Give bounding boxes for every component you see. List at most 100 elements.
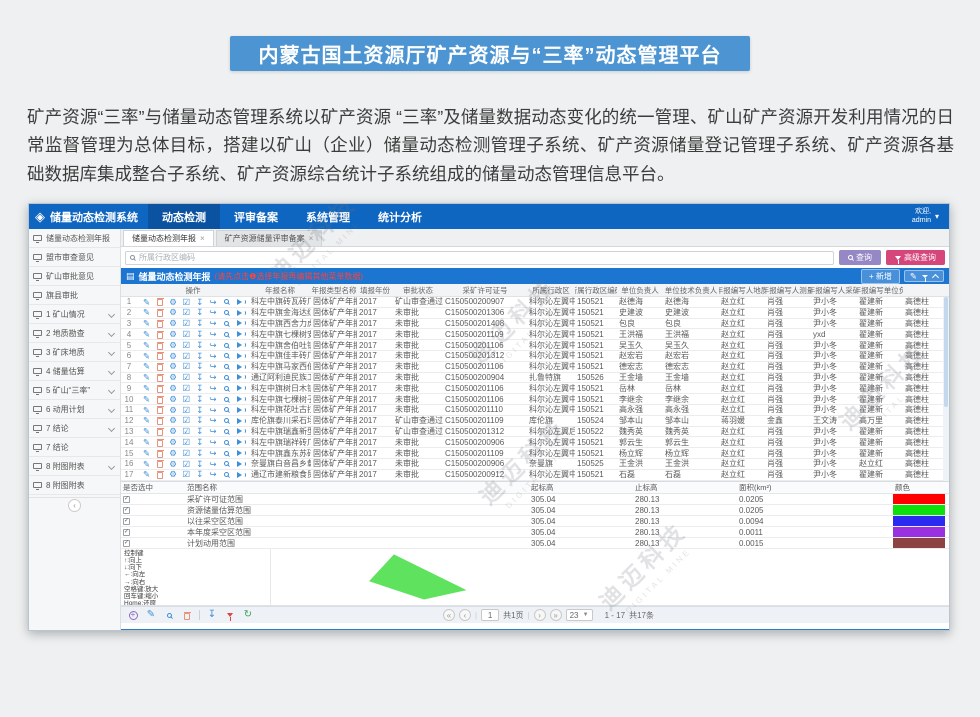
download-icon[interactable]: ↧ bbox=[194, 373, 205, 382]
sidebar-item[interactable]: 1 矿山情况 bbox=[29, 305, 120, 324]
settings-icon[interactable]: ⚙ bbox=[168, 373, 179, 382]
sidebar-item[interactable]: 盟市审查意见 bbox=[29, 248, 120, 267]
table-row[interactable]: 2✎⚙☑↧↪科左中旗金海达红固体矿产年报2017未审批C150500201306… bbox=[121, 308, 949, 319]
download-icon[interactable]: ↧ bbox=[194, 449, 205, 458]
settings-icon[interactable]: ⚙ bbox=[168, 298, 179, 307]
download-icon[interactable]: ↧ bbox=[194, 319, 205, 328]
table-row[interactable]: 12✎⚙☑↧↪库伦旗泰川采石场固体矿产年报2017矿山审查通过C15050020… bbox=[121, 416, 949, 427]
edit-icon[interactable]: ✎ bbox=[141, 341, 152, 350]
checkbox[interactable]: ✓ bbox=[123, 529, 130, 536]
next-page-button[interactable]: › bbox=[534, 609, 546, 621]
announce-icon[interactable] bbox=[234, 353, 245, 359]
announce-icon[interactable] bbox=[234, 342, 245, 348]
download-icon[interactable]: ↧ bbox=[194, 416, 205, 425]
share-icon[interactable]: ↪ bbox=[207, 384, 218, 393]
table-row[interactable]: 17✎⚙☑↧↪通辽市建新粮食贸固体矿产年报2017未审批C15050020091… bbox=[121, 470, 949, 481]
sidebar-item[interactable]: 5 矿山“三率” bbox=[29, 381, 120, 400]
check-icon[interactable]: ☑ bbox=[181, 319, 192, 328]
download-icon[interactable]: ↧ bbox=[194, 395, 205, 404]
edit-icon[interactable]: ✎ bbox=[141, 373, 152, 382]
announce-icon[interactable] bbox=[234, 439, 245, 445]
settings-icon[interactable]: ⚙ bbox=[168, 406, 179, 415]
download-icon[interactable]: ↧ bbox=[194, 298, 205, 307]
table-row[interactable]: 5✎⚙☑↧↪科左中旗舍伯吐镇固体矿产年报2017未审批C150500201106… bbox=[121, 340, 949, 351]
settings-icon[interactable]: ⚙ bbox=[168, 308, 179, 317]
settings-icon[interactable]: ⚙ bbox=[168, 416, 179, 425]
check-icon[interactable]: ☑ bbox=[181, 427, 192, 436]
table-scrollbar[interactable] bbox=[943, 297, 949, 481]
checkbox[interactable]: ✓ bbox=[123, 507, 130, 514]
table-row[interactable]: 13✎⚙☑↧↪科左中旗瑞鑫新型固体矿产年报2017矿山审查通过C15050020… bbox=[121, 427, 949, 438]
close-icon[interactable]: × bbox=[309, 234, 314, 243]
delete-icon[interactable] bbox=[154, 330, 165, 339]
announce-icon[interactable] bbox=[234, 418, 245, 424]
check-icon[interactable]: ☑ bbox=[181, 308, 192, 317]
delete-icon[interactable] bbox=[154, 319, 165, 328]
share-icon[interactable]: ↪ bbox=[207, 362, 218, 371]
filter-icon[interactable] bbox=[922, 275, 928, 278]
check-icon[interactable]: ☑ bbox=[181, 395, 192, 404]
search-input[interactable] bbox=[139, 253, 829, 262]
delete-icon[interactable] bbox=[154, 297, 165, 306]
share-icon[interactable]: ↪ bbox=[207, 406, 218, 415]
settings-icon[interactable]: ⚙ bbox=[168, 330, 179, 339]
edit-icon[interactable]: ✎ bbox=[141, 427, 152, 436]
sidebar-collapse-button[interactable]: ‹ bbox=[68, 499, 81, 512]
delete-icon[interactable] bbox=[154, 416, 165, 425]
download-icon[interactable]: ↧ bbox=[194, 362, 205, 371]
check-icon[interactable]: ☑ bbox=[181, 362, 192, 371]
download-icon[interactable]: ↧ bbox=[194, 384, 205, 393]
download-icon[interactable]: ↧ bbox=[194, 330, 205, 339]
delete-icon[interactable] bbox=[154, 395, 165, 404]
sidebar-item[interactable]: 7 结论 bbox=[29, 438, 120, 457]
check-icon[interactable]: ☑ bbox=[181, 384, 192, 393]
check-icon[interactable]: ☑ bbox=[181, 416, 192, 425]
edit-icon[interactable]: ✎ bbox=[141, 384, 152, 393]
share-icon[interactable]: ↪ bbox=[207, 416, 218, 425]
edit-icon[interactable]: ✎ bbox=[141, 406, 152, 415]
checkbox[interactable]: ✓ bbox=[123, 540, 130, 547]
close-icon[interactable]: × bbox=[200, 234, 205, 243]
download-icon[interactable]: ↧ bbox=[194, 341, 205, 350]
download-icon[interactable]: ↧ bbox=[194, 460, 205, 469]
edit-icon[interactable]: ✎ bbox=[141, 330, 152, 339]
zoom-icon[interactable] bbox=[221, 429, 232, 434]
table-row[interactable]: 15✎⚙☑↧↪科左中旗鑫东苏砖固体矿产年报2017未审批C15050020110… bbox=[121, 448, 949, 459]
share-icon[interactable]: ↪ bbox=[207, 330, 218, 339]
table-row[interactable]: 3✎⚙☑↧↪科左中旗西舍力虎固体矿产年报2017未审批C150500201408… bbox=[121, 319, 949, 330]
query-button[interactable]: 查询 bbox=[839, 250, 881, 265]
table-row[interactable]: 8✎⚙☑↧↪通辽阿利迪民族工固体矿产年报2017未审批C150500200904… bbox=[121, 373, 949, 384]
download-icon[interactable]: ↧ bbox=[194, 406, 205, 415]
delete-icon[interactable] bbox=[154, 449, 165, 458]
share-icon[interactable]: ↪ bbox=[207, 438, 218, 447]
settings-icon[interactable]: ⚙ bbox=[168, 319, 179, 328]
refresh-icon[interactable]: ↻ bbox=[242, 610, 254, 620]
zoom-icon[interactable] bbox=[221, 332, 232, 337]
zoom-icon[interactable] bbox=[221, 375, 232, 380]
zoom-icon[interactable] bbox=[221, 310, 232, 315]
zoom-icon[interactable] bbox=[221, 364, 232, 369]
share-icon[interactable]: ↪ bbox=[207, 395, 218, 404]
sidebar-item[interactable]: 3 矿床地质 bbox=[29, 343, 120, 362]
edit-icon[interactable]: ✎ bbox=[141, 362, 152, 371]
settings-icon[interactable]: ⚙ bbox=[168, 470, 179, 479]
announce-icon[interactable] bbox=[234, 472, 245, 478]
sidebar-item[interactable]: 储量动态检测年报 bbox=[29, 229, 120, 248]
check-icon[interactable]: ☑ bbox=[181, 352, 192, 361]
sidebar-item[interactable]: 4 储量估算 bbox=[29, 362, 120, 381]
edit-icon[interactable]: ✎ bbox=[145, 610, 157, 620]
zoom-icon[interactable] bbox=[221, 397, 232, 402]
announce-icon[interactable] bbox=[234, 407, 245, 413]
share-icon[interactable]: ↪ bbox=[207, 449, 218, 458]
page-input[interactable]: 1 bbox=[481, 609, 499, 621]
share-icon[interactable]: ↪ bbox=[207, 460, 218, 469]
settings-icon[interactable]: ⚙ bbox=[168, 438, 179, 447]
announce-icon[interactable] bbox=[234, 331, 245, 337]
check-icon[interactable]: ☑ bbox=[181, 406, 192, 415]
announce-icon[interactable] bbox=[234, 310, 245, 316]
zoom-icon[interactable] bbox=[221, 418, 232, 423]
checkbox[interactable]: ✓ bbox=[123, 518, 130, 525]
last-page-button[interactable]: » bbox=[550, 609, 562, 621]
zoom-icon[interactable] bbox=[221, 461, 232, 466]
sidebar-item[interactable]: 8 附图附表 bbox=[29, 457, 120, 476]
